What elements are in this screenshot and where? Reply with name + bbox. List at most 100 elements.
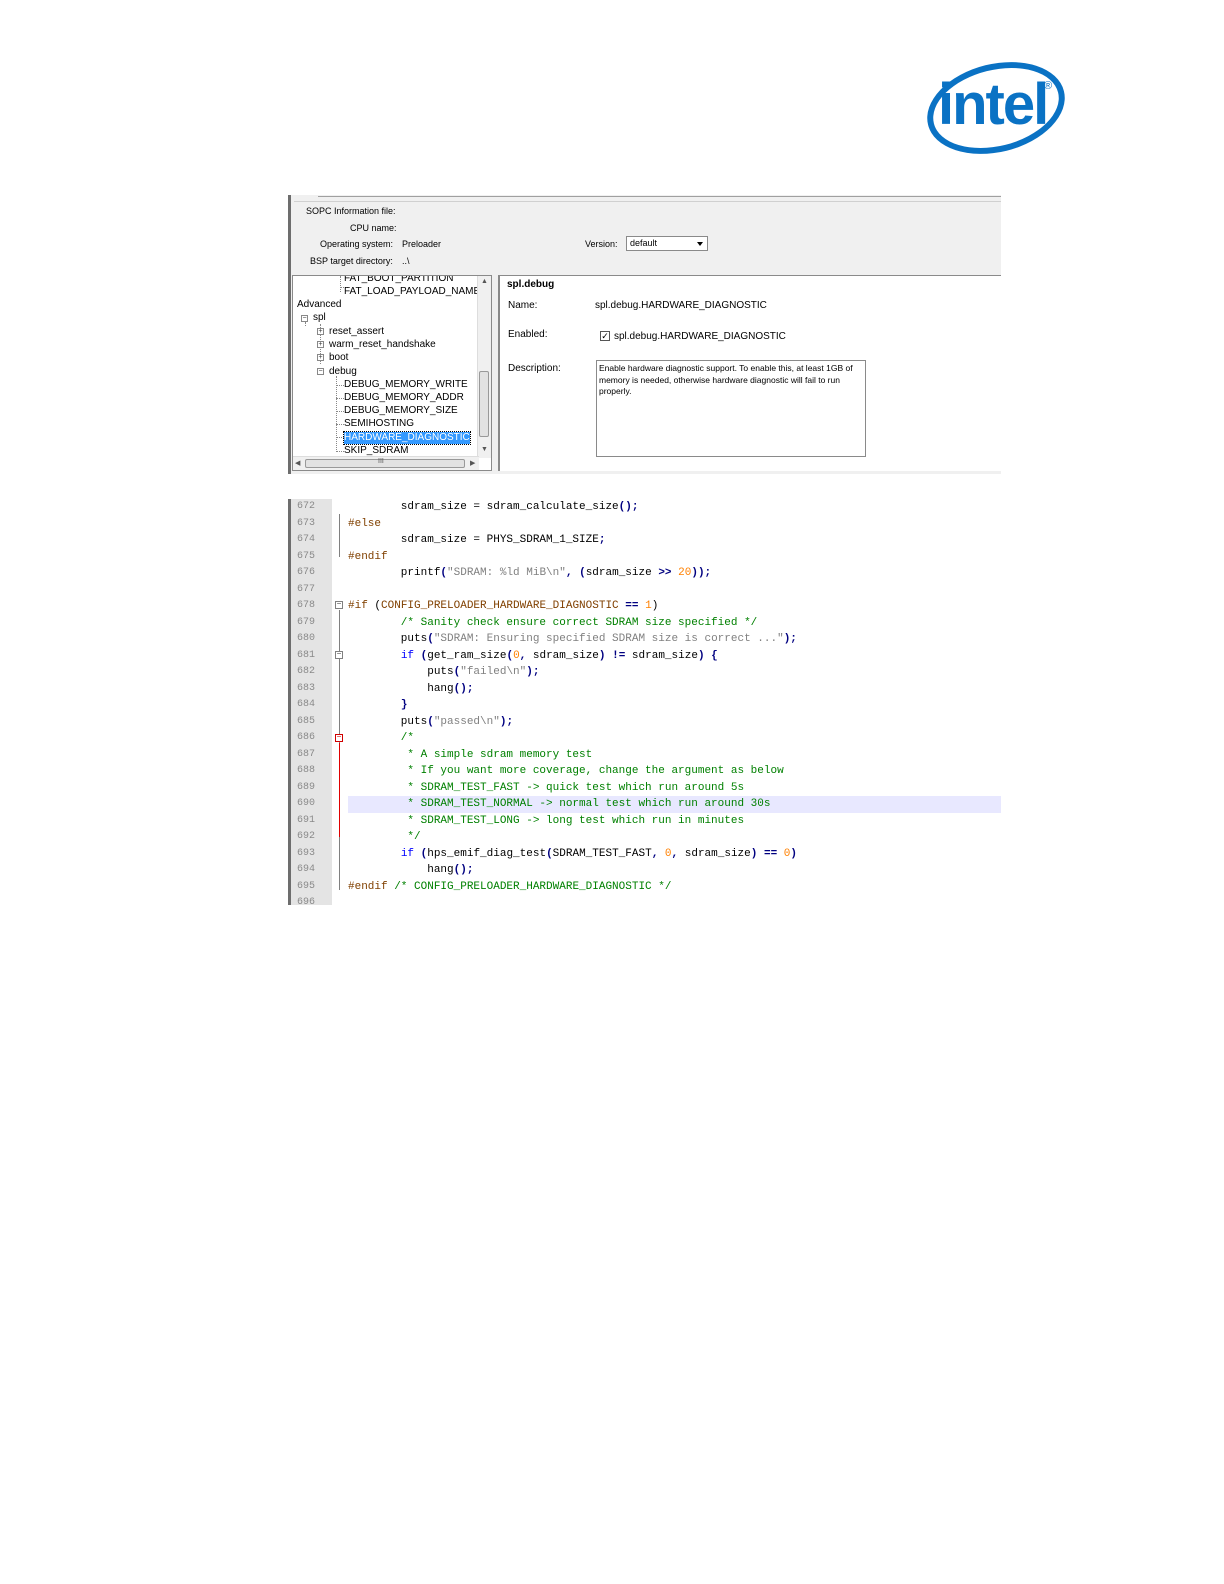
code-text[interactable]: #if (CONFIG_PRELOADER_HARDWARE_DIAGNOSTI… — [348, 598, 658, 615]
code-text[interactable]: } — [348, 697, 408, 714]
line-number: 690 — [297, 798, 316, 809]
expand-icon[interactable]: + — [317, 341, 324, 348]
code-line: 686 /* — [288, 730, 1001, 747]
detail-title: spl.debug — [507, 279, 555, 290]
code-line: 677 — [288, 582, 1001, 599]
code-line: 691 * SDRAM_TEST_LONG -> long test which… — [288, 813, 1001, 830]
code-line: 693 if (hps_emif_diag_test(SDRAM_TEST_FA… — [288, 846, 1001, 863]
tree-item-warm-reset-handshake[interactable]: warm_reset_handshake — [329, 339, 436, 351]
code-line: 680 puts("SDRAM: Ensuring specified SDRA… — [288, 631, 1001, 648]
tree-item-semihosting[interactable]: SEMIHOSTING — [344, 418, 414, 430]
code-line: 679 /* Sanity check ensure correct SDRAM… — [288, 615, 1001, 632]
code-line: 674 sdram_size = PHYS_SDRAM_1_SIZE; — [288, 532, 1001, 549]
code-line: 694 hang(); — [288, 862, 1001, 879]
code-line: 673 #else — [288, 516, 1001, 533]
line-number: 692 — [297, 831, 316, 842]
tree-item-advanced[interactable]: Advanced — [297, 299, 341, 311]
code-line: 696 — [288, 895, 1001, 905]
scroll-right-icon[interactable]: ▶ — [470, 459, 475, 467]
tree-item-fat-boot-partition[interactable]: FAT_BOOT_PARTITION — [344, 276, 453, 285]
logo-registered-mark: ® — [1044, 80, 1053, 92]
code-text[interactable]: puts("SDRAM: Ensuring specified SDRAM si… — [348, 631, 797, 648]
line-number: 689 — [297, 781, 316, 793]
code-text[interactable]: * A simple sdram memory test — [348, 747, 592, 764]
code-text[interactable]: #else — [348, 516, 381, 533]
code-text[interactable]: if (get_ram_size(0, sdram_size) != sdram… — [348, 648, 718, 665]
collapse-icon[interactable]: − — [301, 315, 308, 322]
line-number: 679 — [297, 616, 316, 628]
scroll-left-icon[interactable]: ◀ — [295, 459, 300, 467]
line-number: 685 — [297, 715, 316, 727]
line-number: 680 — [297, 633, 316, 644]
code-text[interactable]: sdram_size = sdram_calculate_size(); — [348, 499, 639, 516]
code-line: 684 } — [288, 697, 1001, 714]
code-text[interactable]: puts("failed\n"); — [348, 664, 539, 681]
code-text[interactable]: * SDRAM_TEST_FAST -> quick test which ru… — [348, 780, 744, 797]
intel-logo: intel ® — [917, 48, 1075, 168]
code-text[interactable]: /* Sanity check ensure correct SDRAM siz… — [348, 615, 757, 632]
tree-item-debug-memory-write[interactable]: DEBUG_MEMORY_WRITE — [344, 379, 468, 391]
code-text[interactable]: hang(); — [348, 862, 473, 879]
enabled-checkbox[interactable]: ✓ — [600, 331, 610, 341]
scroll-up-icon[interactable]: ▲ — [481, 278, 488, 285]
description-textarea[interactable]: Enable hardware diagnostic support. To e… — [596, 360, 866, 457]
description-label: Description: — [508, 363, 561, 374]
tree-item-boot[interactable]: boot — [329, 352, 348, 364]
tree-item-debug-memory-addr[interactable]: DEBUG_MEMORY_ADDR — [344, 392, 464, 404]
tree-item-hardware-diagnostic[interactable]: HARDWARE_DIAGNOSTIC — [343, 431, 471, 445]
code-line: 695 #endif /* CONFIG_PRELOADER_HARDWARE_D… — [288, 879, 1001, 896]
tree-item-spl[interactable]: spl — [313, 312, 326, 324]
code-text[interactable]: puts("passed\n"); — [348, 714, 513, 731]
line-number: 687 — [297, 748, 316, 760]
enabled-label: Enabled: — [508, 329, 548, 340]
name-value: spl.debug.HARDWARE_DIAGNOSTIC — [595, 300, 767, 311]
code-line: 687 * A simple sdram memory test — [288, 747, 1001, 764]
scroll-down-icon[interactable]: ▼ — [481, 446, 488, 453]
horizontal-scrollbar[interactable]: ◀ III ▶ — [293, 456, 479, 470]
code-text[interactable]: */ — [348, 829, 420, 846]
scroll-thumb[interactable]: III — [305, 458, 465, 468]
tree-item-debug[interactable]: debug — [329, 366, 357, 378]
code-line: 685 puts("passed\n"); — [288, 714, 1001, 731]
bsp-dir-value: ..\ — [402, 256, 410, 266]
bsp-dir-label: BSP target directory: — [310, 256, 393, 266]
line-number: 675 — [297, 550, 316, 562]
scroll-thumb[interactable] — [479, 371, 489, 437]
chevron-down-icon — [697, 242, 703, 246]
tree-item-fat-load-payload-name[interactable]: FAT_LOAD_PAYLOAD_NAME — [344, 286, 480, 298]
code-line: 690 * SDRAM_TEST_NORMAL -> normal test w… — [288, 796, 1001, 813]
expand-icon[interactable]: + — [317, 328, 324, 335]
code-text[interactable]: /* — [348, 730, 414, 747]
vertical-scrollbar[interactable]: ▲ ▼ — [477, 276, 491, 458]
collapse-icon[interactable]: − — [317, 368, 324, 375]
code-text[interactable]: printf("SDRAM: %ld MiB\n", (sdram_size >… — [348, 565, 711, 582]
code-line: 688 * If you want more coverage, change … — [288, 763, 1001, 780]
version-select[interactable]: default — [626, 236, 708, 251]
tree-item-reset-assert[interactable]: reset_assert — [329, 326, 384, 338]
detail-panel: spl.debug Name: spl.debug.HARDWARE_DIAGN… — [498, 275, 1001, 471]
code-line: 681 if (get_ram_size(0, sdram_size) != s… — [288, 648, 1001, 665]
code-text[interactable]: #endif — [348, 549, 388, 566]
code-text[interactable]: hang(); — [348, 681, 473, 698]
line-number: 682 — [297, 666, 316, 677]
line-number: 681 — [297, 649, 316, 661]
code-text[interactable]: #endif /* CONFIG_PRELOADER_HARDWARE_DIAG… — [348, 879, 671, 896]
expand-icon[interactable]: + — [317, 354, 324, 361]
cpu-name-label: CPU name: — [350, 223, 397, 233]
code-text[interactable]: sdram_size = PHYS_SDRAM_1_SIZE; — [348, 532, 606, 549]
code-line: 683 hang(); — [288, 681, 1001, 698]
scroll-grip: III — [378, 458, 384, 465]
enabled-value: spl.debug.HARDWARE_DIAGNOSTIC — [614, 331, 786, 342]
code-text[interactable]: if (hps_emif_diag_test(SDRAM_TEST_FAST, … — [348, 846, 797, 863]
code-editor-screenshot: − − − 672 sdram_size = sdram_calculate_s… — [288, 499, 1001, 905]
line-number: 686 — [297, 732, 316, 743]
settings-tree[interactable]: FAT_BOOT_PARTITION FAT_LOAD_PAYLOAD_NAME… — [292, 275, 492, 471]
line-number: 674 — [297, 534, 316, 545]
line-number: 695 — [297, 880, 316, 892]
line-number: 678 — [297, 600, 316, 611]
code-text[interactable]: * SDRAM_TEST_LONG -> long test which run… — [348, 813, 744, 830]
code-text[interactable]: * SDRAM_TEST_NORMAL -> normal test which… — [348, 796, 770, 813]
line-number: 684 — [297, 699, 316, 710]
tree-item-debug-memory-size[interactable]: DEBUG_MEMORY_SIZE — [344, 405, 458, 417]
code-text[interactable]: * If you want more coverage, change the … — [348, 763, 783, 780]
